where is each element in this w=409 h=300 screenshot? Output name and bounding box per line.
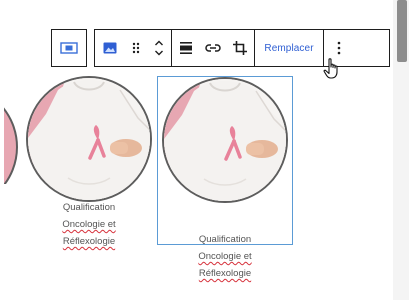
- woman-pink-ribbon-image: [164, 79, 286, 201]
- woman-pink-ribbon-image: [28, 78, 150, 200]
- drag-handle-button[interactable]: [125, 30, 147, 66]
- image-block-button[interactable]: [95, 30, 125, 66]
- caption-line: Qualification: [198, 234, 252, 245]
- crop-button[interactable]: [226, 30, 254, 66]
- caption-line: Oncologie et: [198, 251, 252, 262]
- gallery-caption: Qualification Oncologie et Réflexologie: [186, 231, 264, 282]
- image-parent-icon: [60, 42, 78, 54]
- caption-line: Oncologie et: [62, 219, 116, 230]
- image-icon: [103, 42, 117, 54]
- link-icon: [205, 44, 221, 52]
- vertical-scrollbar[interactable]: [393, 0, 409, 300]
- gallery-image[interactable]: [26, 76, 152, 202]
- replace-button[interactable]: Remplacer: [255, 30, 323, 66]
- scrollbar-thumb[interactable]: [397, 0, 407, 62]
- more-options-icon: [337, 41, 341, 55]
- link-button[interactable]: [200, 30, 226, 66]
- move-up-down-button[interactable]: [147, 30, 171, 66]
- move-up-down-icon: [155, 40, 163, 56]
- select-parent-button[interactable]: [52, 30, 86, 66]
- crop-icon: [233, 41, 247, 55]
- hand-cursor-icon: [323, 58, 338, 79]
- align-button[interactable]: [172, 30, 200, 66]
- replace-label: Remplacer: [264, 42, 314, 54]
- caption-line: Réflexologie: [198, 268, 252, 279]
- parent-block-group: [51, 29, 87, 67]
- drag-handle-icon: [132, 42, 140, 54]
- caption-line: Réflexologie: [62, 236, 116, 247]
- align-icon: [180, 42, 192, 54]
- block-toolbar: Remplacer: [94, 29, 390, 67]
- gallery-caption: Qualification Oncologie et Réflexologie: [50, 199, 128, 250]
- gallery-image-selected[interactable]: [162, 77, 288, 203]
- previous-image-edge: [4, 104, 20, 184]
- caption-line: Qualification: [62, 202, 116, 213]
